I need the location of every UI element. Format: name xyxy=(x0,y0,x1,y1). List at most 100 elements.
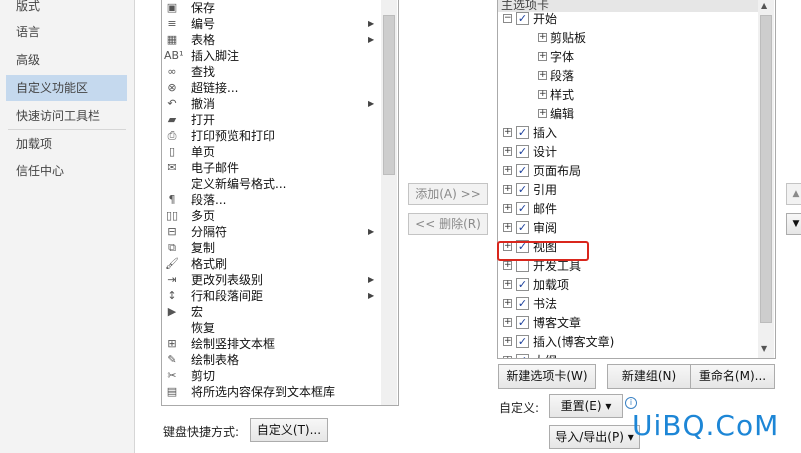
tree-item[interactable]: − ✓ 开始 xyxy=(498,10,756,29)
tree-item[interactable]: + 字体 xyxy=(498,48,756,67)
tab-checkbox[interactable]: ✓ xyxy=(516,164,529,177)
expand-icon[interactable]: + xyxy=(503,318,512,327)
command-item[interactable]: ≡ 编号 ▶ xyxy=(162,16,382,32)
expand-icon[interactable]: + xyxy=(538,109,547,118)
commands-list[interactable]: ▣ 保存 ≡ 编号 ▶ ▦ 表格 ▶ AB¹ 插入脚注 ∞ 查找 ⊗ 超链接... ↶ 撤消 ▶ ▰ 打开 ⎙ 打印预览… xyxy=(161,0,399,406)
command-item[interactable]: ⧉ 复制 xyxy=(162,240,382,256)
expand-icon[interactable]: + xyxy=(503,128,512,137)
tree-item[interactable]: + ✓ 加载项 xyxy=(498,276,756,295)
add-button[interactable]: 添加(A) >> xyxy=(408,183,488,205)
command-item[interactable]: ✎ 绘制表格 xyxy=(162,352,382,368)
tab-checkbox[interactable]: ✓ xyxy=(516,183,529,196)
tree-item[interactable]: + ✓ 邮件 xyxy=(498,200,756,219)
command-item[interactable]: 🖌 格式刷 xyxy=(162,256,382,272)
new-tab-button[interactable]: 新建选项卡(W) xyxy=(498,364,596,389)
command-item[interactable]: ¶ 段落... xyxy=(162,192,382,208)
command-item[interactable]: ↶ 撤消 ▶ xyxy=(162,96,382,112)
expand-icon[interactable]: + xyxy=(503,166,512,175)
expand-icon[interactable]: + xyxy=(538,52,547,61)
remove-button[interactable]: << 删除(R) xyxy=(408,213,488,235)
command-item[interactable]: 定义新编号格式... xyxy=(162,176,382,192)
tree-scroll-down-icon[interactable]: ▼ xyxy=(761,344,767,353)
keyboard-customize-button[interactable]: 自定义(T)... xyxy=(250,418,328,442)
expand-icon[interactable]: + xyxy=(503,185,512,194)
tree-scroll-thumb[interactable] xyxy=(760,15,772,323)
command-item[interactable]: 恢复 xyxy=(162,320,382,336)
tree-item[interactable]: + ✓ 页面布局 xyxy=(498,162,756,181)
list-level-icon: ⇥ xyxy=(167,273,177,286)
tree-item[interactable]: + ✓ 大纲 xyxy=(498,352,756,358)
expand-icon[interactable]: + xyxy=(503,299,512,308)
expand-icon[interactable]: + xyxy=(503,223,512,232)
tree-item[interactable]: + 段落 xyxy=(498,67,756,86)
command-label: 保存 xyxy=(191,1,216,15)
command-item[interactable]: ▯ 单页 xyxy=(162,144,382,160)
command-item[interactable]: ▦ 表格 ▶ xyxy=(162,32,382,48)
nav-item[interactable]: 快速访问工具栏 xyxy=(6,103,127,129)
tree-item[interactable]: + ✓ 插入 xyxy=(498,124,756,143)
tab-checkbox[interactable]: ✓ xyxy=(516,202,529,215)
command-item[interactable]: ⇥ 更改列表级别 ▶ xyxy=(162,272,382,288)
tree-item[interactable]: + 样式 xyxy=(498,86,756,105)
nav-item[interactable]: 加载项 xyxy=(6,131,127,157)
command-item[interactable]: ▰ 打开 xyxy=(162,112,382,128)
tab-checkbox[interactable]: ✓ xyxy=(516,297,529,310)
command-item[interactable]: ▣ 保存 xyxy=(162,0,382,16)
expand-icon[interactable]: + xyxy=(503,337,512,346)
command-item[interactable]: ▶ 宏 xyxy=(162,304,382,320)
tree-item[interactable]: + ✓ 博客文章 xyxy=(498,314,756,333)
expand-icon[interactable]: + xyxy=(538,90,547,99)
import-export-button[interactable]: 导入/导出(P) ▾ xyxy=(549,425,640,449)
command-item[interactable]: ▤ 将所选内容保存到文本框库 xyxy=(162,384,382,400)
move-down-button[interactable]: ▼ xyxy=(786,213,801,235)
tab-checkbox[interactable]: ✓ xyxy=(516,354,529,358)
ribbon-tree[interactable]: 主选项卡 − ✓ 开始 + 剪贴板 + 字体 + 段落 + 样式 + 编辑 + ✓ 插入 + ✓ 设计 + ✓ 页面布局 +… xyxy=(497,0,776,359)
command-item[interactable]: ✂ 剪切 xyxy=(162,368,382,384)
commands-scroll-thumb[interactable] xyxy=(383,15,395,175)
command-label: 分隔符 xyxy=(191,225,228,239)
nav-item[interactable]: 高级 xyxy=(6,47,127,73)
command-item[interactable]: AB¹ 插入脚注 xyxy=(162,48,382,64)
nav-item[interactable]: 语言 xyxy=(6,19,127,45)
nav-item[interactable]: 自定义功能区 xyxy=(6,75,127,101)
tab-checkbox[interactable]: ✓ xyxy=(516,335,529,348)
command-item[interactable]: ⊞ 绘制竖排文本框 xyxy=(162,336,382,352)
command-item[interactable]: ∞ 查找 xyxy=(162,64,382,80)
command-item[interactable]: ⊗ 超链接... xyxy=(162,80,382,96)
nav-item[interactable]: 信任中心 xyxy=(6,158,127,184)
reset-button[interactable]: 重置(E) ▾ xyxy=(549,394,623,418)
expand-icon[interactable]: + xyxy=(503,280,512,289)
move-up-button[interactable]: ▲ xyxy=(786,183,801,205)
tab-checkbox[interactable]: ✓ xyxy=(516,126,529,139)
collapse-icon[interactable]: − xyxy=(503,14,512,23)
command-item[interactable]: ↕ 行和段落间距 ▶ xyxy=(162,288,382,304)
expand-icon[interactable]: + xyxy=(503,261,512,270)
command-item[interactable]: ⊟ 分隔符 ▶ xyxy=(162,224,382,240)
tab-checkbox[interactable]: ✓ xyxy=(516,316,529,329)
command-label: 表格 xyxy=(191,33,216,47)
expand-icon[interactable]: + xyxy=(503,204,512,213)
tree-item[interactable]: + ✓ 书法 xyxy=(498,295,756,314)
command-item[interactable]: ⎙ 打印预览和打印 xyxy=(162,128,382,144)
tab-checkbox[interactable]: ✓ xyxy=(516,221,529,234)
command-item[interactable]: ▯▯ 多页 xyxy=(162,208,382,224)
new-group-button[interactable]: 新建组(N) xyxy=(607,364,691,389)
expand-icon[interactable]: + xyxy=(503,356,512,358)
tree-scroll-up-icon[interactable]: ▲ xyxy=(761,1,767,10)
submenu-arrow-icon: ▶ xyxy=(368,19,375,28)
expand-icon[interactable]: + xyxy=(503,147,512,156)
tree-item[interactable]: + 编辑 xyxy=(498,105,756,124)
nav-item[interactable]: 版式 xyxy=(6,0,127,19)
tree-item[interactable]: + ✓ 引用 xyxy=(498,181,756,200)
tab-checkbox[interactable]: ✓ xyxy=(516,278,529,291)
tab-checkbox[interactable]: ✓ xyxy=(516,145,529,158)
rename-button[interactable]: 重命名(M)... xyxy=(690,364,775,389)
tree-item[interactable]: + ✓ 设计 xyxy=(498,143,756,162)
command-item[interactable]: ✉ 电子邮件 xyxy=(162,160,382,176)
tree-item[interactable]: + ✓ 审阅 xyxy=(498,219,756,238)
tree-item[interactable]: + 剪贴板 xyxy=(498,29,756,48)
expand-icon[interactable]: + xyxy=(538,33,547,42)
tree-item[interactable]: + ✓ 插入(博客文章) xyxy=(498,333,756,352)
expand-icon[interactable]: + xyxy=(538,71,547,80)
tab-checkbox[interactable]: ✓ xyxy=(516,12,529,25)
